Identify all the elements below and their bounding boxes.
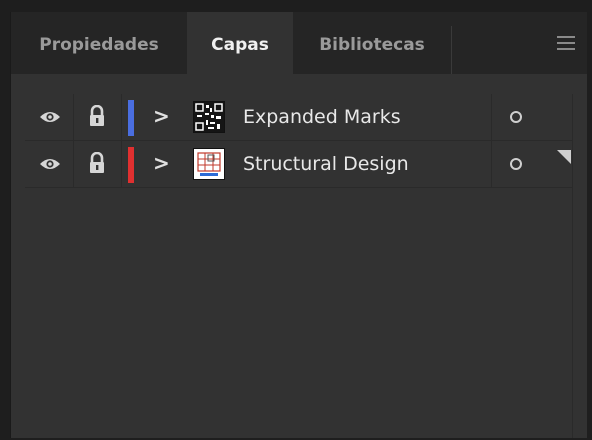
chevron-right-icon[interactable]: >	[153, 151, 170, 175]
layer-thumbnail	[193, 148, 225, 180]
visibility-toggle[interactable]	[25, 94, 74, 140]
layer-name[interactable]: Structural Design	[243, 141, 409, 187]
tab-divider	[451, 26, 452, 74]
lock-icon	[90, 152, 104, 173]
target-circle-icon	[510, 158, 522, 170]
eye-icon	[40, 159, 60, 169]
layer-row[interactable]: > Structural Design	[25, 141, 573, 188]
layer-target[interactable]	[491, 141, 574, 187]
target-circle-icon	[510, 111, 522, 123]
lock-toggle[interactable]	[73, 141, 122, 187]
layer-thumbnail	[193, 101, 225, 133]
layer-color-indicator	[128, 100, 134, 136]
layer-name[interactable]: Expanded Marks	[243, 94, 401, 140]
layer-target[interactable]	[491, 94, 574, 140]
tab-propiedades[interactable]: Propiedades	[11, 12, 187, 74]
lock-icon	[90, 105, 104, 126]
chevron-right-icon[interactable]: >	[153, 104, 170, 128]
layers-panel: Propiedades Capas Bibliotecas > Expanded…	[10, 12, 587, 438]
app-frame: Propiedades Capas Bibliotecas > Expanded…	[0, 0, 592, 440]
visibility-toggle[interactable]	[25, 141, 74, 187]
tab-bibliotecas[interactable]: Bibliotecas	[293, 12, 451, 74]
layer-row[interactable]: > Expanded Marks	[25, 94, 573, 141]
layers-list: > Expanded Marks > Structural Design	[25, 94, 583, 438]
eye-icon	[40, 112, 60, 122]
selection-indicator	[557, 150, 571, 164]
layer-color-indicator	[128, 147, 134, 183]
lock-toggle[interactable]	[73, 94, 122, 140]
tab-capas[interactable]: Capas	[187, 12, 293, 74]
panel-menu-icon[interactable]	[557, 36, 575, 52]
panel-tabbar: Propiedades Capas Bibliotecas	[11, 12, 587, 74]
